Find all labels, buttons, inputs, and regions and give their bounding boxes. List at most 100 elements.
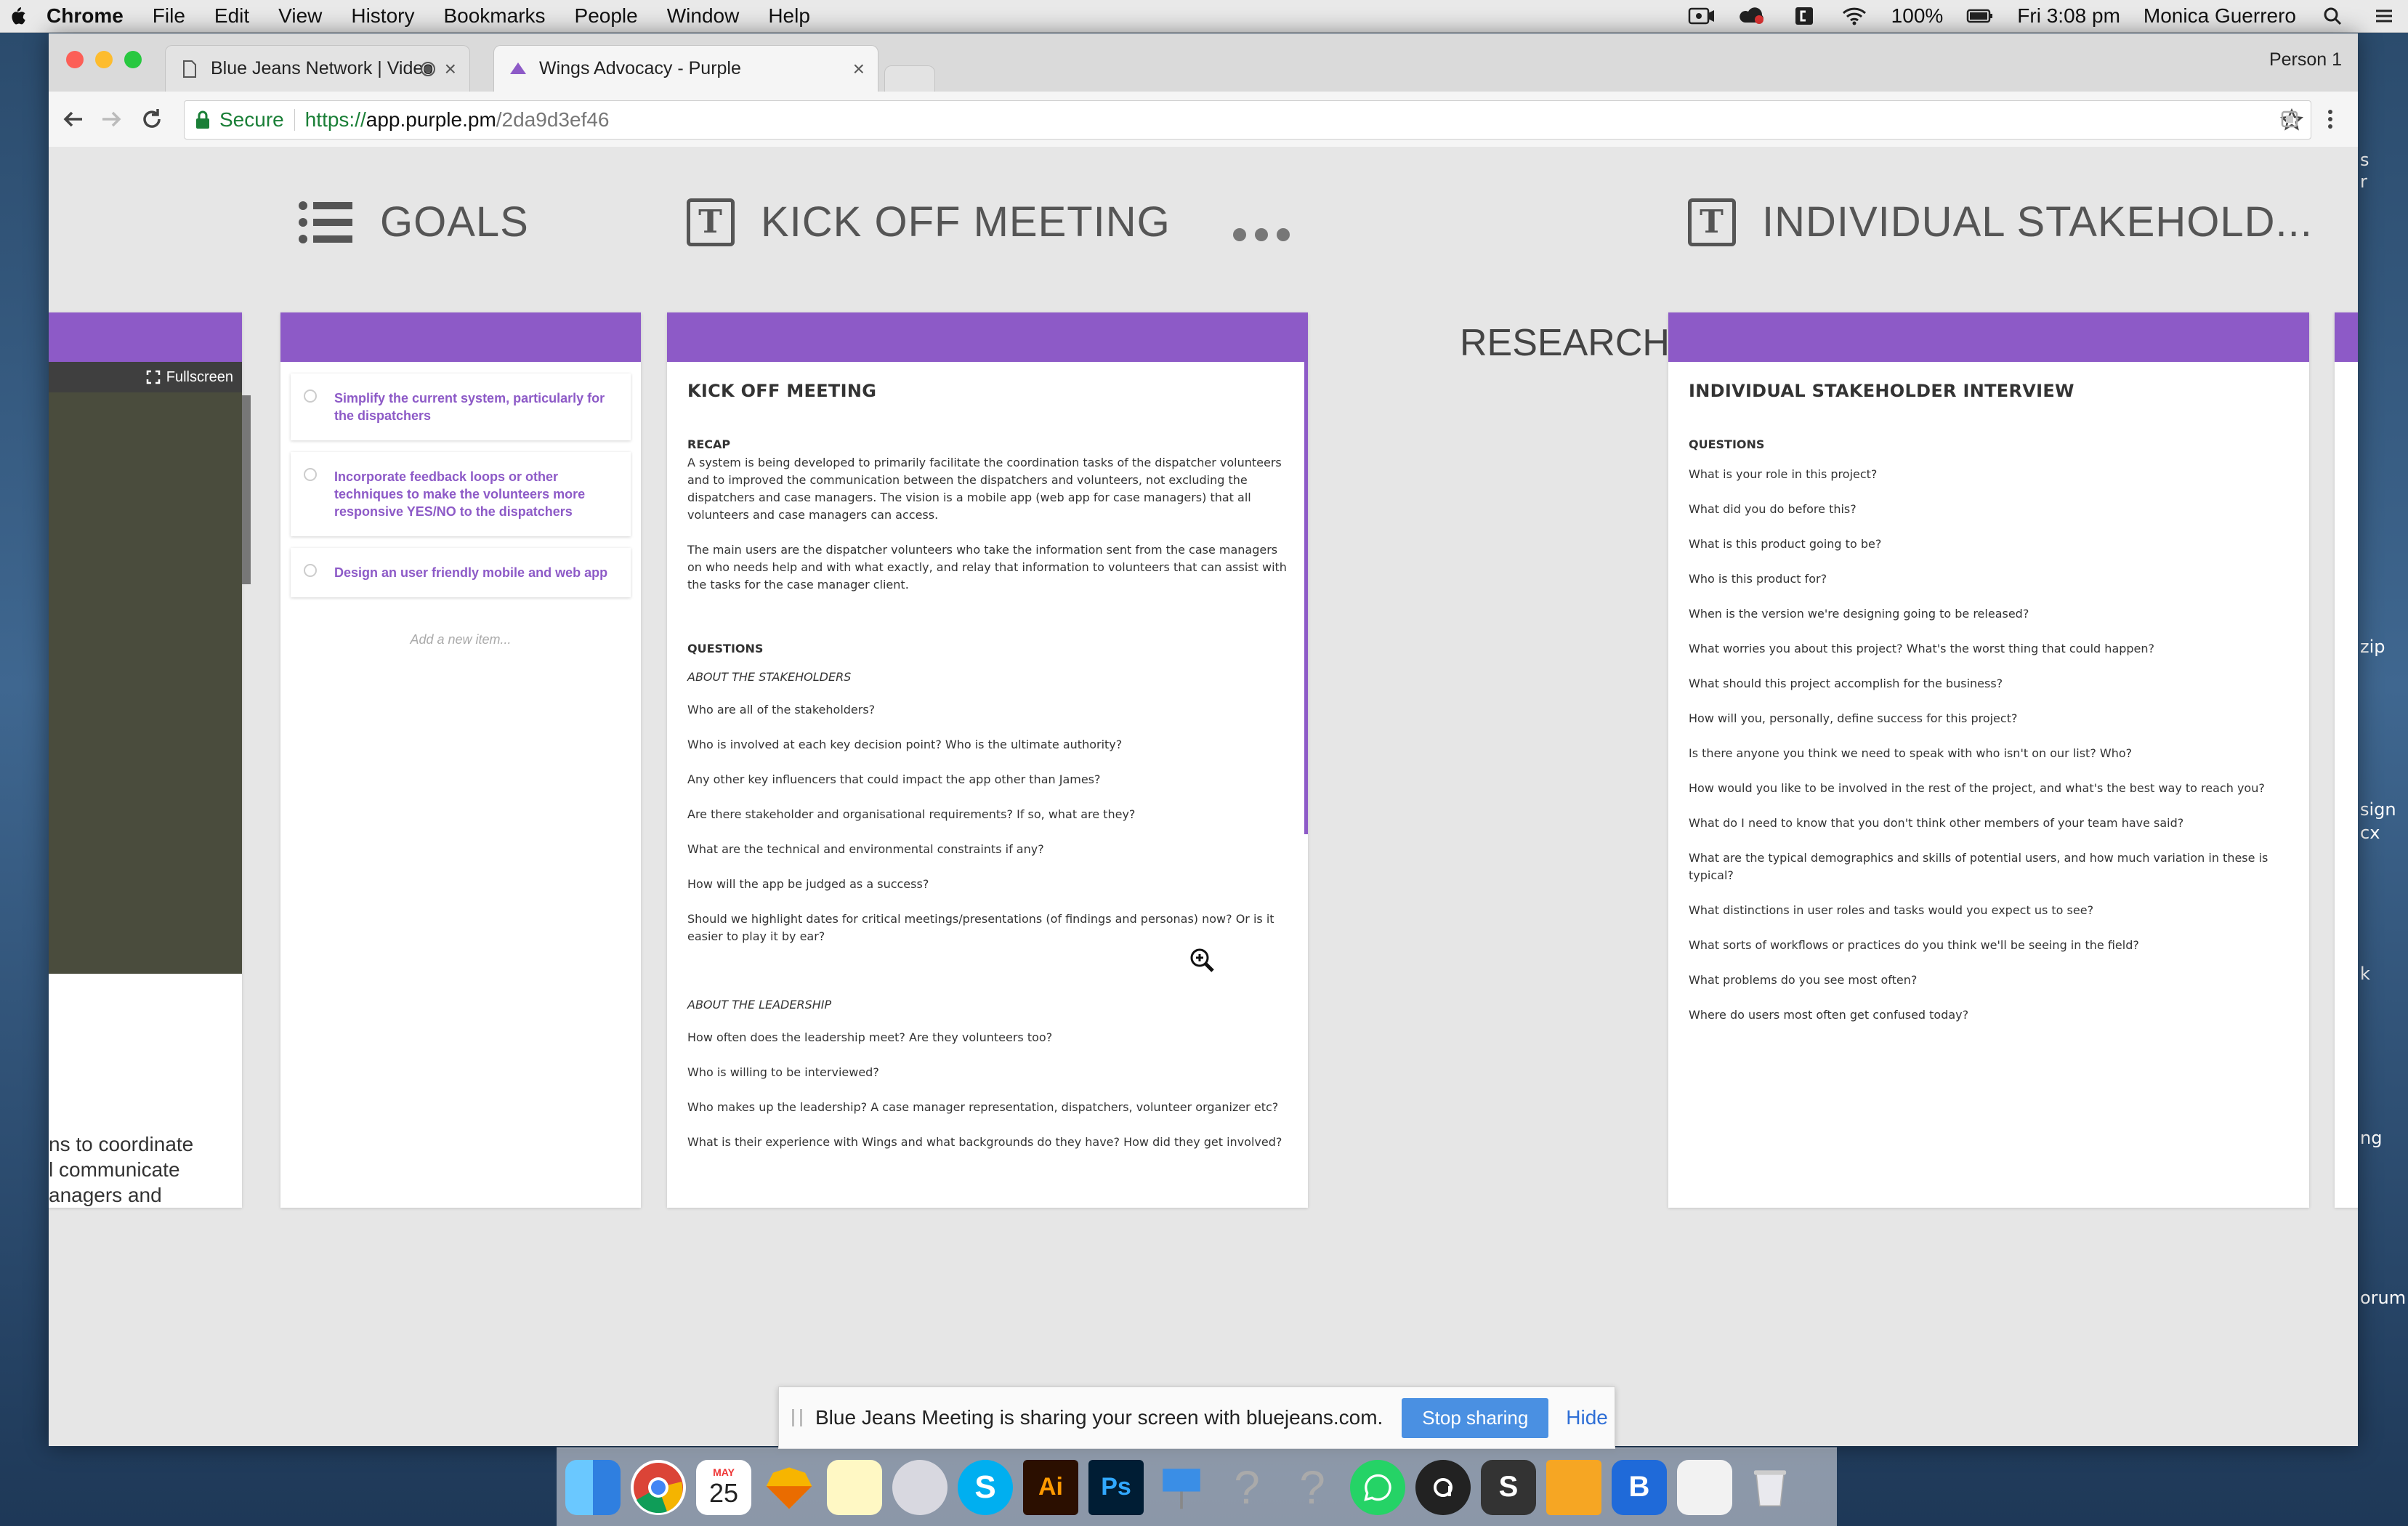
tab-bluejeans[interactable]: Blue Jeans Network | Video × bbox=[165, 45, 470, 92]
new-tab-button[interactable] bbox=[884, 65, 935, 92]
stakeholder-column-header[interactable]: T INDIVIDUAL STAKEHOLD... bbox=[1688, 198, 2313, 246]
menu-edit[interactable]: Edit bbox=[214, 4, 249, 28]
lock-icon[interactable] bbox=[195, 110, 211, 130]
calendar-icon[interactable]: MAY 25 bbox=[696, 1459, 751, 1515]
menu-chrome[interactable]: Chrome bbox=[47, 4, 124, 28]
whatsapp-icon[interactable] bbox=[1350, 1459, 1405, 1515]
finder-icon[interactable] bbox=[565, 1459, 621, 1515]
desktop-file-label: cx bbox=[2360, 823, 2380, 843]
launchpad-icon[interactable] bbox=[892, 1459, 948, 1515]
menu-bookmarks[interactable]: Bookmarks bbox=[443, 4, 545, 28]
zoom-window-button[interactable] bbox=[124, 51, 142, 68]
unknown-app-icon[interactable]: ? bbox=[1219, 1460, 1274, 1515]
scrivener-icon[interactable]: S bbox=[1481, 1459, 1536, 1515]
illustrator-icon[interactable]: Ai bbox=[1023, 1459, 1078, 1515]
recap-title: RECAP bbox=[687, 437, 731, 451]
more-options-icon[interactable] bbox=[1233, 228, 1290, 241]
extension-icon[interactable] bbox=[2276, 106, 2303, 132]
desktop-file-label: ng bbox=[2360, 1128, 2383, 1148]
menu-help[interactable]: Help bbox=[768, 4, 810, 28]
back-arrow-icon[interactable] bbox=[60, 106, 86, 132]
goal-item[interactable]: Simplify the current system, particularl… bbox=[291, 374, 631, 440]
kickoff-column-header[interactable]: T KICK OFF MEETING bbox=[687, 198, 1171, 246]
goals-column-header[interactable]: GOALS bbox=[299, 198, 529, 246]
spotlight-search-icon[interactable] bbox=[2319, 7, 2347, 25]
bluejeans-icon[interactable]: B bbox=[1612, 1459, 1667, 1515]
chrome-window: Blue Jeans Network | Video × Wings Advoc… bbox=[49, 33, 2358, 1446]
recap-paragraph: A system is being developed to primarily… bbox=[687, 456, 1282, 522]
secure-label[interactable]: Secure bbox=[219, 108, 284, 132]
fullscreen-label[interactable]: Fullscreen bbox=[166, 369, 233, 386]
photoshop-icon[interactable]: Ps bbox=[1088, 1459, 1144, 1515]
video-card[interactable]: Fullscreen ns to coordinate l communicat… bbox=[49, 312, 242, 1208]
minimize-window-button[interactable] bbox=[95, 51, 113, 68]
sketch-icon[interactable] bbox=[761, 1460, 817, 1515]
address-bar[interactable]: Secure https:// app.purple.pm /2da9d3ef4… bbox=[184, 100, 2311, 140]
forward-arrow-icon[interactable] bbox=[98, 106, 124, 132]
tab-wings-advocacy[interactable]: Wings Advocacy - Purple × bbox=[493, 45, 878, 92]
trash-icon[interactable] bbox=[1742, 1460, 1798, 1515]
question: Who makes up the leadership? A case mana… bbox=[687, 1100, 1279, 1114]
drag-handle-icon[interactable] bbox=[792, 1409, 802, 1426]
fullscreen-icon[interactable] bbox=[146, 370, 161, 384]
clipped-next-card[interactable] bbox=[2335, 312, 2358, 1208]
abstract-icon[interactable] bbox=[1415, 1459, 1471, 1515]
doc-scrollbar[interactable] bbox=[1304, 362, 1308, 834]
card-header-band bbox=[49, 312, 242, 362]
tab-strip: Blue Jeans Network | Video × Wings Advoc… bbox=[49, 33, 2358, 92]
pages-icon[interactable] bbox=[1546, 1459, 1601, 1515]
goal-checkbox[interactable] bbox=[304, 389, 317, 403]
question: What is their experience with Wings and … bbox=[687, 1135, 1282, 1149]
tab-title: Blue Jeans Network | Video bbox=[211, 58, 434, 78]
kickoff-doc-card[interactable]: KICK OFF MEETING RECAP A system is being… bbox=[667, 312, 1308, 1208]
tab-title: Wings Advocacy - Purple bbox=[539, 58, 741, 78]
documents-icon[interactable] bbox=[1677, 1459, 1732, 1515]
hide-button[interactable]: Hide bbox=[1566, 1406, 1608, 1429]
menu-people[interactable]: People bbox=[575, 4, 638, 28]
menu-view[interactable]: View bbox=[278, 4, 322, 28]
creative-cloud-icon[interactable] bbox=[1739, 7, 1766, 25]
menubar-clock[interactable]: Fri 3:08 pm bbox=[2017, 4, 2120, 28]
video-frame[interactable] bbox=[49, 392, 242, 974]
goal-item[interactable]: Incorporate feedback loops or other tech… bbox=[291, 452, 631, 536]
notes-icon[interactable] bbox=[827, 1459, 882, 1515]
profile-button[interactable]: Person 1 bbox=[2269, 49, 2342, 70]
close-tab-icon[interactable]: × bbox=[445, 57, 456, 81]
close-window-button[interactable] bbox=[66, 51, 84, 68]
omnibox-divider bbox=[294, 109, 295, 131]
sharing-message: Blue Jeans Meeting is sharing your scree… bbox=[815, 1406, 1383, 1429]
question: What do I need to know that you don't th… bbox=[1689, 816, 2184, 830]
close-tab-icon[interactable]: × bbox=[853, 57, 865, 81]
goals-card: Simplify the current system, particularl… bbox=[280, 312, 641, 1208]
screen-record-icon[interactable] bbox=[1688, 7, 1716, 25]
video-scrollbar[interactable] bbox=[242, 395, 251, 584]
menu-history[interactable]: History bbox=[351, 4, 414, 28]
chrome-menu-icon[interactable] bbox=[2317, 106, 2343, 132]
apple-logo-icon[interactable] bbox=[9, 6, 26, 26]
reload-icon[interactable] bbox=[139, 106, 165, 132]
bracket-app-icon[interactable] bbox=[1790, 7, 1817, 25]
stop-sharing-button[interactable]: Stop sharing bbox=[1402, 1397, 1549, 1438]
unknown-app-icon[interactable]: ? bbox=[1285, 1460, 1340, 1515]
menu-file[interactable]: File bbox=[153, 4, 185, 28]
goal-text: Simplify the current system, particularl… bbox=[334, 391, 605, 423]
menu-window[interactable]: Window bbox=[667, 4, 740, 28]
stakeholder-doc-card[interactable]: INDIVIDUAL STAKEHOLDER INTERVIEW QUESTIO… bbox=[1668, 312, 2309, 1208]
goal-checkbox[interactable] bbox=[304, 468, 317, 481]
goal-item[interactable]: Design an user friendly mobile and web a… bbox=[291, 548, 631, 597]
question: When is the version we're designing goin… bbox=[1689, 607, 2029, 621]
video-toolbar: Fullscreen bbox=[49, 362, 242, 392]
skype-icon[interactable]: S bbox=[958, 1459, 1013, 1515]
notification-center-icon[interactable] bbox=[2370, 7, 2398, 25]
battery-icon[interactable] bbox=[1966, 7, 1994, 25]
wifi-icon[interactable] bbox=[1841, 7, 1868, 25]
stakeholder-title: INDIVIDUAL STAKEHOLD... bbox=[1762, 198, 2313, 246]
keynote-icon[interactable] bbox=[1154, 1460, 1209, 1515]
clipped-text: ns to coordinate l communicate anagers a… bbox=[49, 1131, 193, 1208]
desktop-file-label: orum bbox=[2360, 1288, 2407, 1308]
add-item-input[interactable]: Add a new item... bbox=[280, 632, 641, 647]
kickoff-title: KICK OFF MEETING bbox=[761, 198, 1171, 246]
chrome-icon[interactable] bbox=[631, 1459, 686, 1515]
goal-checkbox[interactable] bbox=[304, 564, 317, 577]
menubar-user[interactable]: Monica Guerrero bbox=[2144, 4, 2296, 28]
